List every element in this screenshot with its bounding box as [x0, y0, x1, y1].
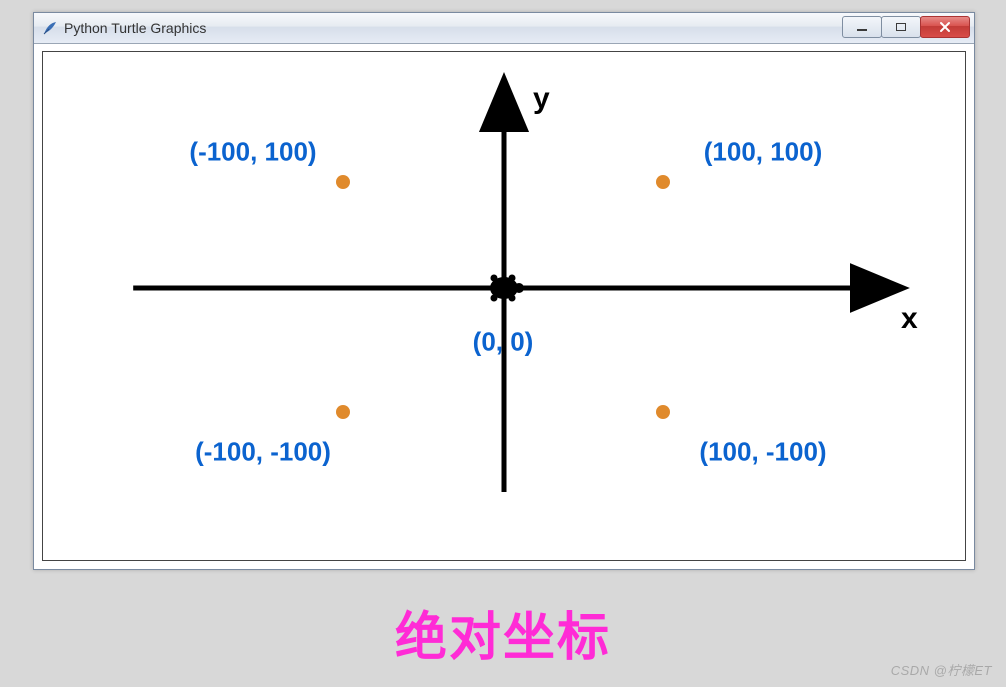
point-dot-top-left — [336, 175, 350, 189]
app-window: Python Turtle Graphics — [33, 12, 975, 570]
canvas-border: y x (0, 0) (-100, 100) (100, 100) (-100,… — [42, 51, 966, 561]
titlebar[interactable]: Python Turtle Graphics — [34, 13, 974, 44]
window-controls — [843, 16, 970, 38]
point-label-bottom-right: (100, -100) — [699, 437, 826, 468]
close-button[interactable] — [920, 16, 970, 38]
minimize-button[interactable] — [842, 16, 882, 38]
point-label-top-left: (-100, 100) — [189, 137, 316, 168]
diagram-caption: 绝对坐标 — [0, 595, 1006, 670]
window-title: Python Turtle Graphics — [64, 20, 206, 36]
python-feather-icon — [42, 20, 58, 36]
axes-svg — [43, 52, 965, 560]
point-dot-bottom-left — [336, 405, 350, 419]
x-axis-label: x — [901, 302, 918, 336]
turtle-icon — [486, 275, 524, 302]
turtle-canvas: y x (0, 0) (-100, 100) (100, 100) (-100,… — [43, 52, 965, 560]
point-label-top-right: (100, 100) — [704, 137, 823, 168]
point-dot-bottom-right — [656, 405, 670, 419]
watermark-text: CSDN @柠檬ET — [891, 660, 992, 679]
y-axis-label: y — [533, 82, 550, 116]
point-dot-top-right — [656, 175, 670, 189]
point-label-bottom-left: (-100, -100) — [195, 437, 331, 468]
origin-label: (0, 0) — [473, 327, 534, 358]
maximize-button[interactable] — [881, 16, 921, 38]
